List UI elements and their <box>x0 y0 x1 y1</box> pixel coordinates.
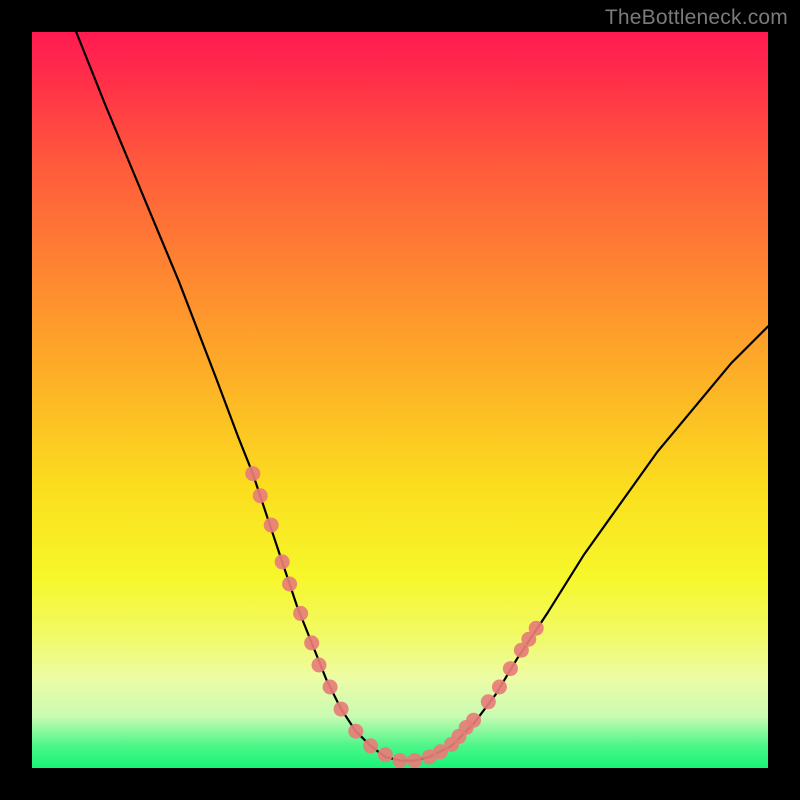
highlight-dot <box>378 747 393 762</box>
highlight-dot <box>492 680 507 695</box>
bottleneck-curve <box>76 32 768 761</box>
highlight-dot <box>393 753 408 768</box>
highlight-dot <box>282 577 297 592</box>
watermark-text: TheBottleneck.com <box>605 6 788 30</box>
highlight-dot <box>481 694 496 709</box>
plot-area <box>32 32 768 768</box>
highlight-dot <box>275 554 290 569</box>
highlight-dot <box>529 621 544 636</box>
highlight-dot <box>334 702 349 717</box>
highlight-dot <box>363 738 378 753</box>
highlight-dot <box>304 635 319 650</box>
highlight-dots <box>245 466 543 768</box>
highlight-dot <box>264 518 279 533</box>
highlight-dot <box>323 680 338 695</box>
highlight-dot <box>348 724 363 739</box>
highlight-dot <box>466 713 481 728</box>
highlight-dot <box>407 753 422 768</box>
curve-svg <box>32 32 768 768</box>
highlight-dot <box>503 661 518 676</box>
highlight-dot <box>293 606 308 621</box>
highlight-dot <box>312 658 327 673</box>
chart-frame: TheBottleneck.com <box>0 0 800 800</box>
highlight-dot <box>253 488 268 503</box>
highlight-dot <box>245 466 260 481</box>
